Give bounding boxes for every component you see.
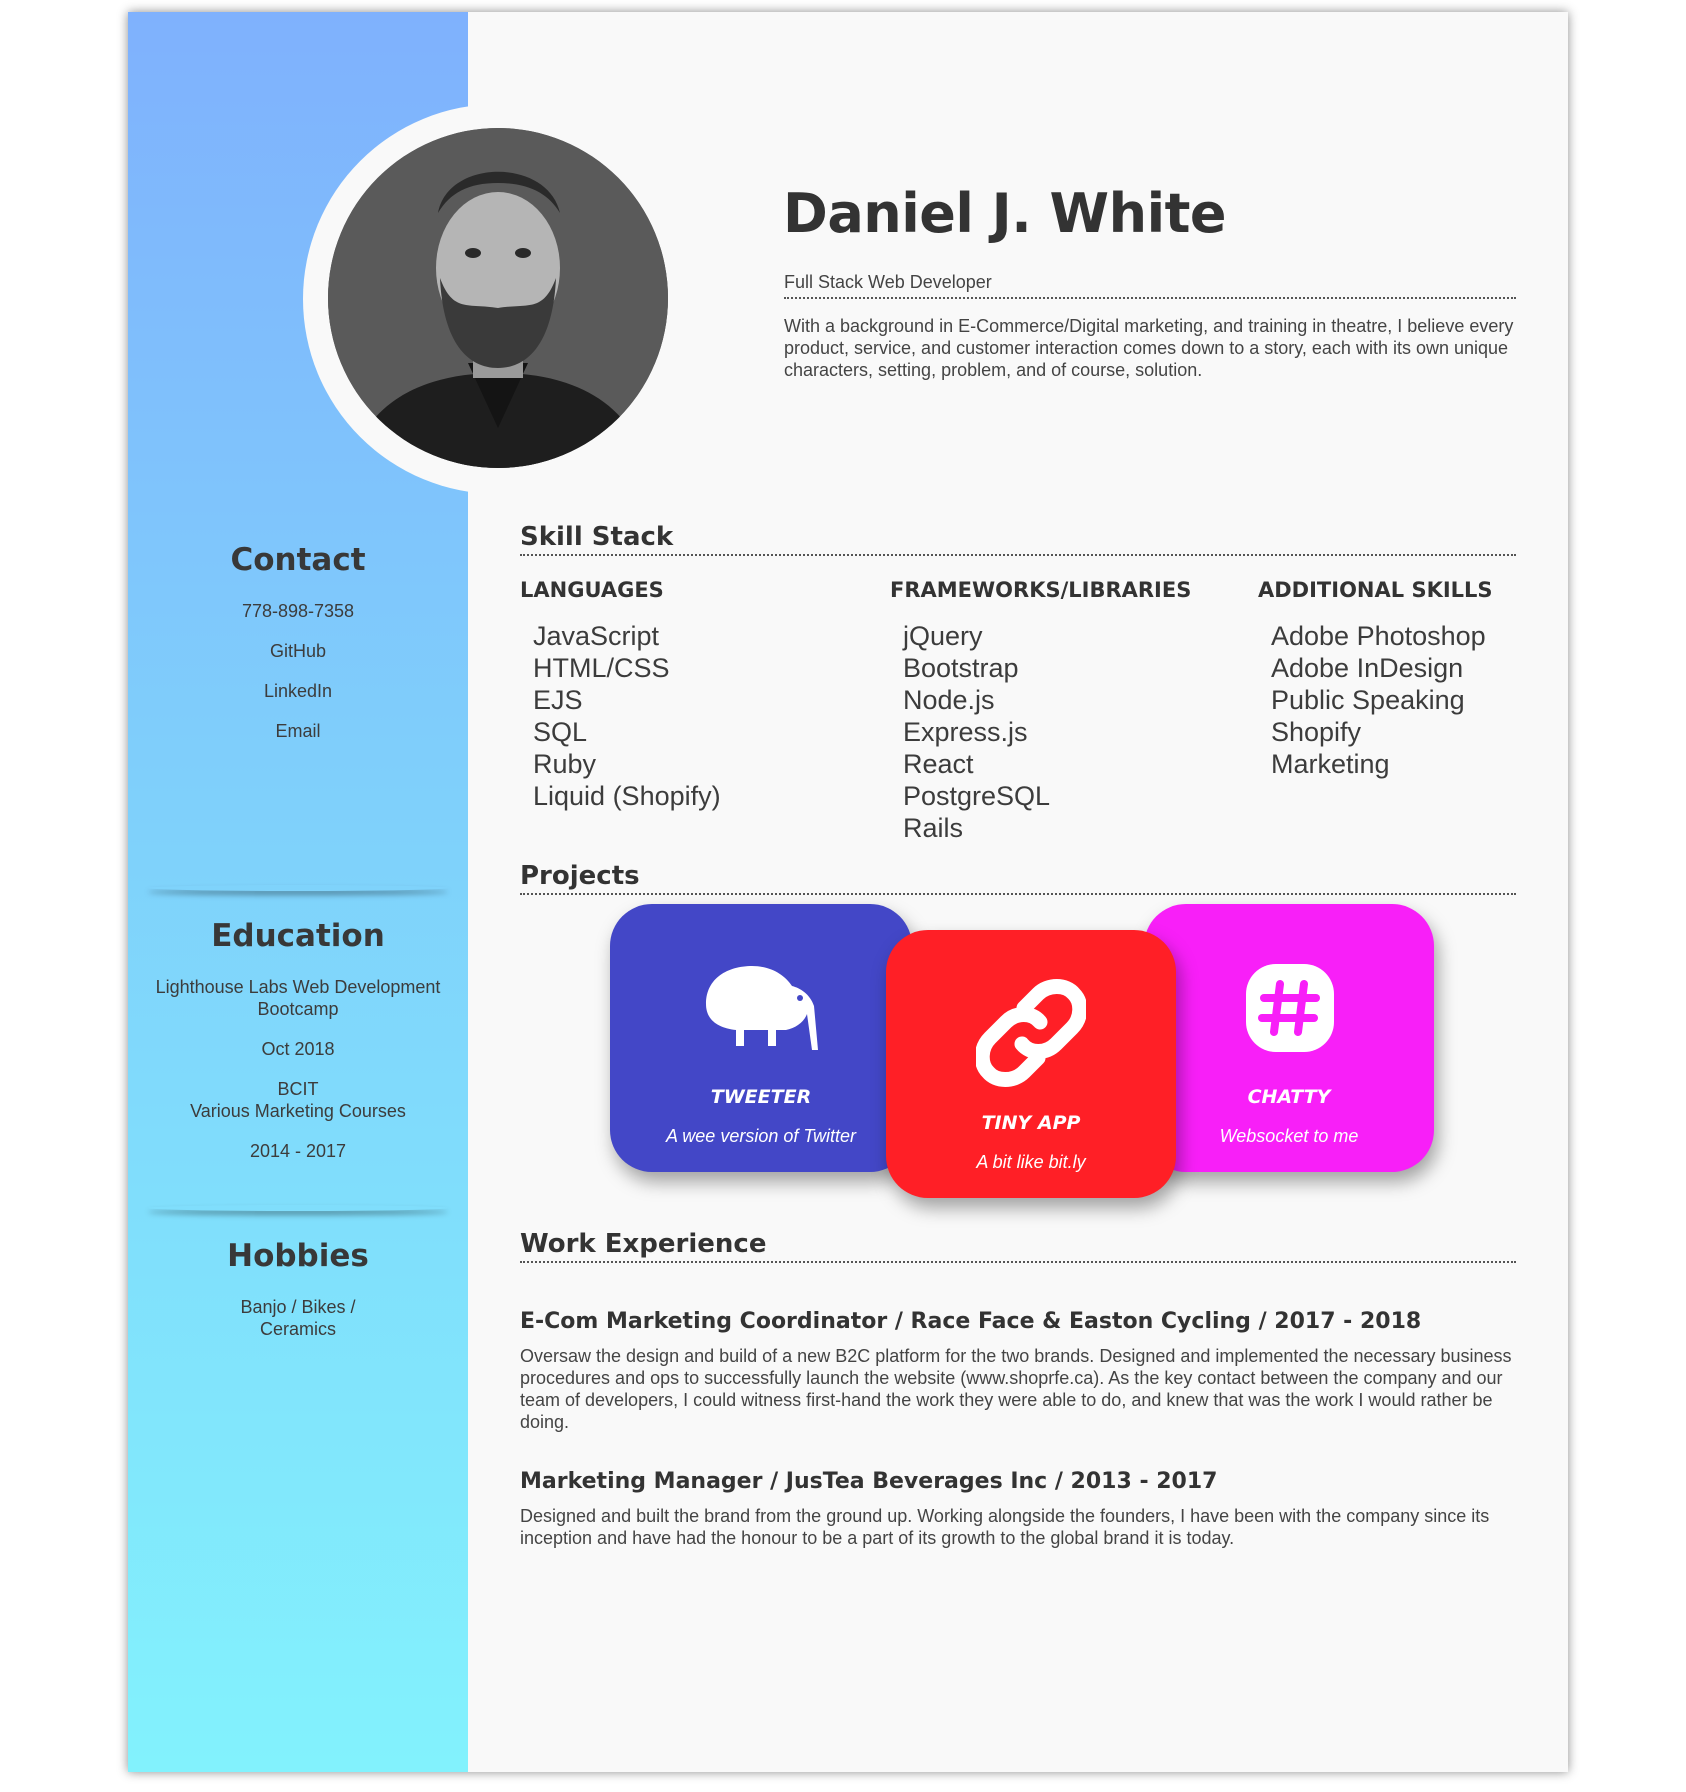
kiwi-bird-icon: [706, 966, 818, 1050]
person-name: Daniel J. White: [783, 182, 1227, 245]
skills-column-heading: ADDITIONAL SKILLS: [1258, 578, 1493, 602]
skills-additional-column: ADDITIONAL SKILLS Adobe Photoshop Adobe …: [1258, 578, 1568, 780]
skills-frameworks-column: FRAMEWORKS/LIBRARIES jQuery Bootstrap No…: [890, 578, 1230, 844]
education-title: Education: [211, 918, 385, 954]
sidebar-divider: [148, 1205, 448, 1211]
skill-item: React: [903, 749, 974, 779]
skill-item: EJS: [533, 685, 583, 715]
projects-section-title: Projects: [520, 861, 1516, 895]
project-card-title: CHATTY: [1247, 1086, 1331, 1108]
skills-column-heading: FRAMEWORKS/LIBRARIES: [890, 578, 1192, 602]
job-title: Marketing Manager / JusTea Beverages Inc…: [520, 1469, 1218, 1494]
link-icon: [976, 979, 1086, 1087]
skill-item: SQL: [533, 717, 588, 747]
skill-item: Adobe InDesign: [1271, 653, 1464, 683]
skill-item: Rails: [903, 813, 964, 843]
job-description: Designed and built the brand from the gr…: [520, 1506, 1490, 1548]
skill-item: Public Speaking: [1271, 685, 1465, 715]
skills-column-heading: LANGUAGES: [520, 578, 664, 602]
education-date-2: 2014 - 2017: [249, 1141, 347, 1161]
resume-page: Contact 778-898-7358 GitHub LinkedIn Ema…: [128, 12, 1568, 1772]
hobbies-title: Hobbies: [227, 1238, 369, 1274]
skill-item: PostgreSQL: [903, 781, 1051, 811]
project-card-subtitle: Websocket to me: [1219, 1126, 1359, 1146]
skill-item: Bootstrap: [903, 653, 1019, 683]
project-card-chatty[interactable]: CHATTY Websocket to me: [1144, 904, 1434, 1172]
project-card-title: TINY APP: [981, 1112, 1081, 1134]
education-school-1: Lighthouse Labs Web Development Bootcamp: [155, 977, 441, 1019]
hobbies-section: Hobbies Banjo / Bikes / Ceramics: [128, 1238, 468, 1358]
contact-phone[interactable]: 778-898-7358: [128, 600, 468, 622]
skill-item: Liquid (Shopify): [533, 781, 721, 811]
education-section: Education Lighthouse Labs Web Developmen…: [128, 918, 468, 1180]
job-role: Full Stack Web Developer: [784, 272, 1516, 299]
skills-section-title: Skill Stack: [520, 522, 1516, 556]
contact-email-link[interactable]: Email: [128, 720, 468, 742]
project-card-tweeter[interactable]: TWEETER A wee version of Twitter: [610, 904, 912, 1172]
slack-hash-icon: [1246, 964, 1334, 1052]
skill-item: Express.js: [903, 717, 1028, 747]
education-school-2: BCIT Various Marketing Courses: [190, 1079, 406, 1121]
education-date-1: Oct 2018: [261, 1039, 335, 1059]
skills-languages-column: LANGUAGES JavaScript HTML/CSS EJS SQL Ru…: [520, 578, 860, 812]
hobbies-list: Banjo / Bikes / Ceramics: [240, 1297, 356, 1339]
portrait-illustration: [328, 128, 668, 468]
project-card-subtitle: A wee version of Twitter: [665, 1126, 857, 1146]
skill-item: Shopify: [1271, 717, 1362, 747]
contact-linkedin-link[interactable]: LinkedIn: [128, 680, 468, 702]
skill-item: jQuery: [903, 621, 983, 651]
job-title: E-Com Marketing Coordinator / Race Face …: [520, 1309, 1422, 1334]
work-section-title: Work Experience: [520, 1229, 1516, 1263]
profile-photo: [328, 128, 668, 468]
skill-item: Adobe Photoshop: [1271, 621, 1486, 651]
contact-section: Contact 778-898-7358 GitHub LinkedIn Ema…: [128, 542, 468, 760]
skill-item: Ruby: [533, 749, 597, 779]
project-card-title: TWEETER: [710, 1086, 812, 1108]
skill-item: JavaScript: [533, 621, 660, 651]
sidebar-divider: [148, 885, 448, 891]
skill-item: Marketing: [1271, 749, 1390, 779]
skill-item: HTML/CSS: [533, 653, 670, 683]
project-card-tiny-app[interactable]: TINY APP A bit like bit.ly: [886, 930, 1176, 1198]
contact-title: Contact: [230, 542, 366, 578]
skill-item: Node.js: [903, 685, 995, 715]
project-card-subtitle: A bit like bit.ly: [976, 1152, 1086, 1172]
job-description: Oversaw the design and build of a new B2…: [520, 1346, 1512, 1432]
intro-paragraph: With a background in E-Commerce/Digital …: [784, 316, 1514, 380]
contact-github-link[interactable]: GitHub: [128, 640, 468, 662]
